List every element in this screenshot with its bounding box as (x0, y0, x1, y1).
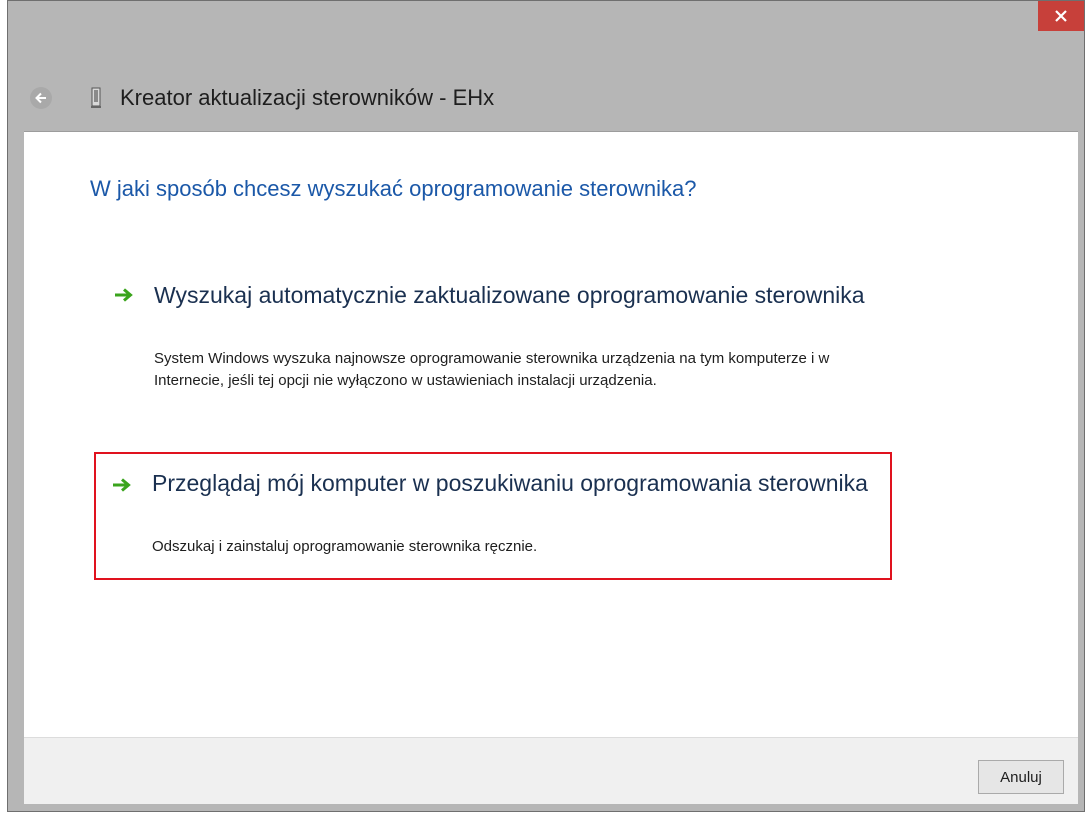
option-search-automatically[interactable]: Wyszukaj automatycznie zaktualizowane op… (96, 278, 886, 438)
cancel-button[interactable]: Anuluj (978, 760, 1064, 794)
device-icon (91, 87, 101, 108)
close-icon (1055, 10, 1067, 22)
back-arrow-icon (35, 92, 46, 104)
option-browse-computer[interactable]: Przeglądaj mój komputer w poszukiwaniu o… (94, 452, 892, 580)
option-title: Wyszukaj automatycznie zaktualizowane op… (154, 282, 865, 308)
green-arrow-icon (113, 478, 131, 492)
wizard-content: W jaki sposób chcesz wyszukać oprogramow… (24, 131, 1078, 738)
wizard-window: Kreator aktualizacji sterowników - EHx W… (7, 0, 1085, 812)
wizard-footer: Anuluj (24, 737, 1078, 804)
page-question: W jaki sposób chcesz wyszukać oprogramow… (90, 176, 697, 201)
window-title: Kreator aktualizacji sterowników - EHx (120, 85, 495, 110)
green-arrow-icon (115, 288, 133, 302)
option-title: Przeglądaj mój komputer w poszukiwaniu o… (152, 470, 868, 496)
back-button[interactable] (30, 87, 52, 109)
title-bar: Kreator aktualizacji sterowników - EHx (8, 81, 1084, 115)
close-button[interactable] (1038, 1, 1084, 31)
option-description: Odszukaj i zainstaluj oprogramowanie ste… (152, 538, 538, 555)
option-description: System Windows wyszuka najnowsze oprogra… (154, 350, 830, 389)
